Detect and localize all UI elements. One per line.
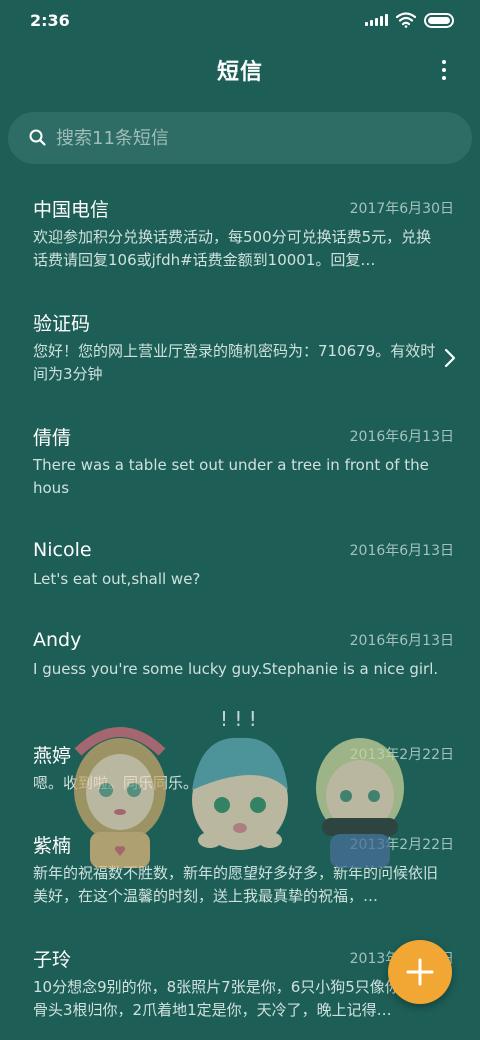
status-bar: 2:36 <box>0 0 480 40</box>
contact-name: 子玲 <box>33 948 72 971</box>
app-header: 短信 <box>0 40 480 100</box>
new-message-button[interactable] <box>388 940 452 1004</box>
message-date: 2017年6月30日 <box>349 201 454 217</box>
message-date: 2016年6月13日 <box>349 543 454 559</box>
message-preview: I guess you're some lucky guy.Stephanie … <box>33 660 439 678</box>
contact-name: 验证码 <box>33 312 91 335</box>
search-input[interactable] <box>56 127 436 149</box>
contact-name: 燕婷 <box>33 744 72 767</box>
message-date: 2016年6月13日 <box>349 429 454 445</box>
message-preview: 欢迎参加积分兑换话费活动，每500分可兑换话费5元，兑换话费请回复106或jfd… <box>33 228 432 269</box>
message-date: 2013年2月22日 <box>349 837 454 853</box>
battery-icon <box>424 12 454 28</box>
contact-name: 紫楠 <box>33 834 72 857</box>
status-icons <box>365 12 454 28</box>
message-preview: 10分想念9别的你，8张照片7张是你，6只小狗5只像你，4根骨头3根归你，2爪着… <box>33 978 440 1019</box>
search-icon <box>29 129 46 146</box>
status-time: 2:36 <box>30 10 70 30</box>
message-preview: 嗯。收到啦。同乐同乐。 <box>33 774 199 792</box>
conversation-item[interactable]: 燕婷 2013年2月22日 嗯。收到啦。同乐同乐。 <box>0 726 480 816</box>
conversation-item[interactable]: Nicole 2016年6月13日 Let's eat out,shall we… <box>0 522 480 612</box>
conversation-list: 中国电信 2017年6月30日 欢迎参加积分兑换话费活动，每500分可兑换话费5… <box>0 180 480 1040</box>
message-preview: There was a table set out under a tree i… <box>33 456 429 497</box>
message-preview: 新年的祝福数不胜数，新年的愿望好多好多，新年的问候依旧美好，在这个温馨的时刻，送… <box>33 864 439 905</box>
message-preview: 您好！您的网上营业厅登录的随机密码为：710679。有效时间为3分钟 <box>33 342 436 383</box>
signal-icon <box>365 14 388 26</box>
search-bar[interactable] <box>8 112 472 164</box>
contact-name: 中国电信 <box>33 198 110 221</box>
contact-name: 倩倩 <box>33 426 72 449</box>
chevron-right-icon <box>444 348 456 368</box>
conversation-item[interactable]: 紫楠 2013年2月22日 新年的祝福数不胜数，新年的愿望好多好多，新年的问候依… <box>0 816 480 930</box>
message-date: 2013年2月22日 <box>349 747 454 763</box>
conversation-item[interactable]: 中国电信 2017年6月30日 欢迎参加积分兑换话费活动，每500分可兑换话费5… <box>0 180 480 294</box>
conversation-item[interactable]: 倩倩 2016年6月13日 There was a table set out … <box>0 408 480 522</box>
message-date: 2016年6月13日 <box>349 633 454 649</box>
wifi-icon <box>396 12 416 28</box>
contact-name: Andy <box>33 629 82 651</box>
contact-name: Nicole <box>33 539 92 561</box>
conversation-item[interactable]: 验证码 您好！您的网上营业厅登录的随机密码为：710679。有效时间为3分钟 <box>0 294 480 408</box>
plus-icon <box>406 958 434 986</box>
more-vertical-icon[interactable] <box>432 56 456 84</box>
message-preview: Let's eat out,shall we? <box>33 570 201 588</box>
conversation-item[interactable]: Andy 2016年6月13日 I guess you're some luck… <box>0 612 480 726</box>
page-title: 短信 <box>216 60 263 85</box>
